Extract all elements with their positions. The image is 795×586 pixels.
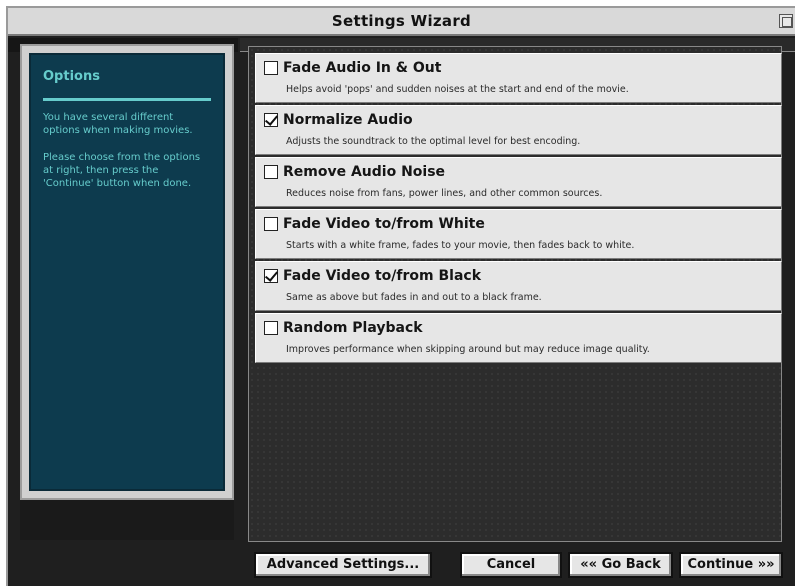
option-label: Fade Video to/from White xyxy=(283,216,485,232)
option-description: Helps avoid 'pops' and sudden noises at … xyxy=(286,84,629,95)
sidebar-frame: Options You have several different optio… xyxy=(20,44,234,500)
sidebar-paragraph-1: You have several different options when … xyxy=(43,112,193,136)
zoom-box-icon[interactable] xyxy=(779,14,793,28)
option-normalize-audio[interactable]: Normalize Audio Adjusts the soundtrack t… xyxy=(255,105,782,155)
window-title: Settings Wizard xyxy=(331,12,472,30)
normalize-audio-checkbox[interactable] xyxy=(264,113,278,127)
option-description: Same as above but fades in and out to a … xyxy=(286,292,542,303)
option-label: Random Playback xyxy=(283,320,423,336)
sidebar-title: Options xyxy=(43,69,100,84)
option-random-playback[interactable]: Random Playback Improves performance whe… xyxy=(255,313,782,363)
continue-button[interactable]: Continue »» xyxy=(679,552,783,578)
option-description: Reduces noise from fans, power lines, an… xyxy=(286,188,603,199)
option-description: Adjusts the soundtrack to the optimal le… xyxy=(286,136,581,147)
remove-audio-noise-checkbox[interactable] xyxy=(264,165,278,179)
advanced-settings-button[interactable]: Advanced Settings... xyxy=(254,552,432,578)
cancel-button[interactable]: Cancel xyxy=(460,552,562,578)
option-remove-audio-noise[interactable]: Remove Audio Noise Reduces noise from fa… xyxy=(255,157,782,207)
fade-audio-checkbox[interactable] xyxy=(264,61,278,75)
title-bar[interactable]: Settings Wizard xyxy=(8,8,795,36)
option-fade-audio[interactable]: Fade Audio In & Out Helps avoid 'pops' a… xyxy=(255,53,782,103)
option-label: Fade Video to/from Black xyxy=(283,268,482,284)
go-back-button[interactable]: «« Go Back xyxy=(568,552,673,578)
option-description: Starts with a white frame, fades to your… xyxy=(286,240,635,251)
sidebar-divider xyxy=(43,98,211,101)
option-label: Normalize Audio xyxy=(283,112,413,128)
option-label: Fade Audio In & Out xyxy=(283,60,442,76)
sidebar-paragraph-2: Please choose from the options at right,… xyxy=(43,152,201,189)
option-description: Improves performance when skipping aroun… xyxy=(286,344,650,355)
option-label: Remove Audio Noise xyxy=(283,164,446,180)
fade-video-white-checkbox[interactable] xyxy=(264,217,278,231)
option-fade-video-black[interactable]: Fade Video to/from Black Same as above b… xyxy=(255,261,782,311)
sidebar-footer xyxy=(20,500,234,540)
options-list: Fade Audio In & Out Helps avoid 'pops' a… xyxy=(248,46,782,542)
fade-video-black-checkbox[interactable] xyxy=(264,269,278,283)
option-fade-video-white[interactable]: Fade Video to/from White Starts with a w… xyxy=(255,209,782,259)
sidebar-panel: Options You have several different optio… xyxy=(29,53,225,491)
random-playback-checkbox[interactable] xyxy=(264,321,278,335)
